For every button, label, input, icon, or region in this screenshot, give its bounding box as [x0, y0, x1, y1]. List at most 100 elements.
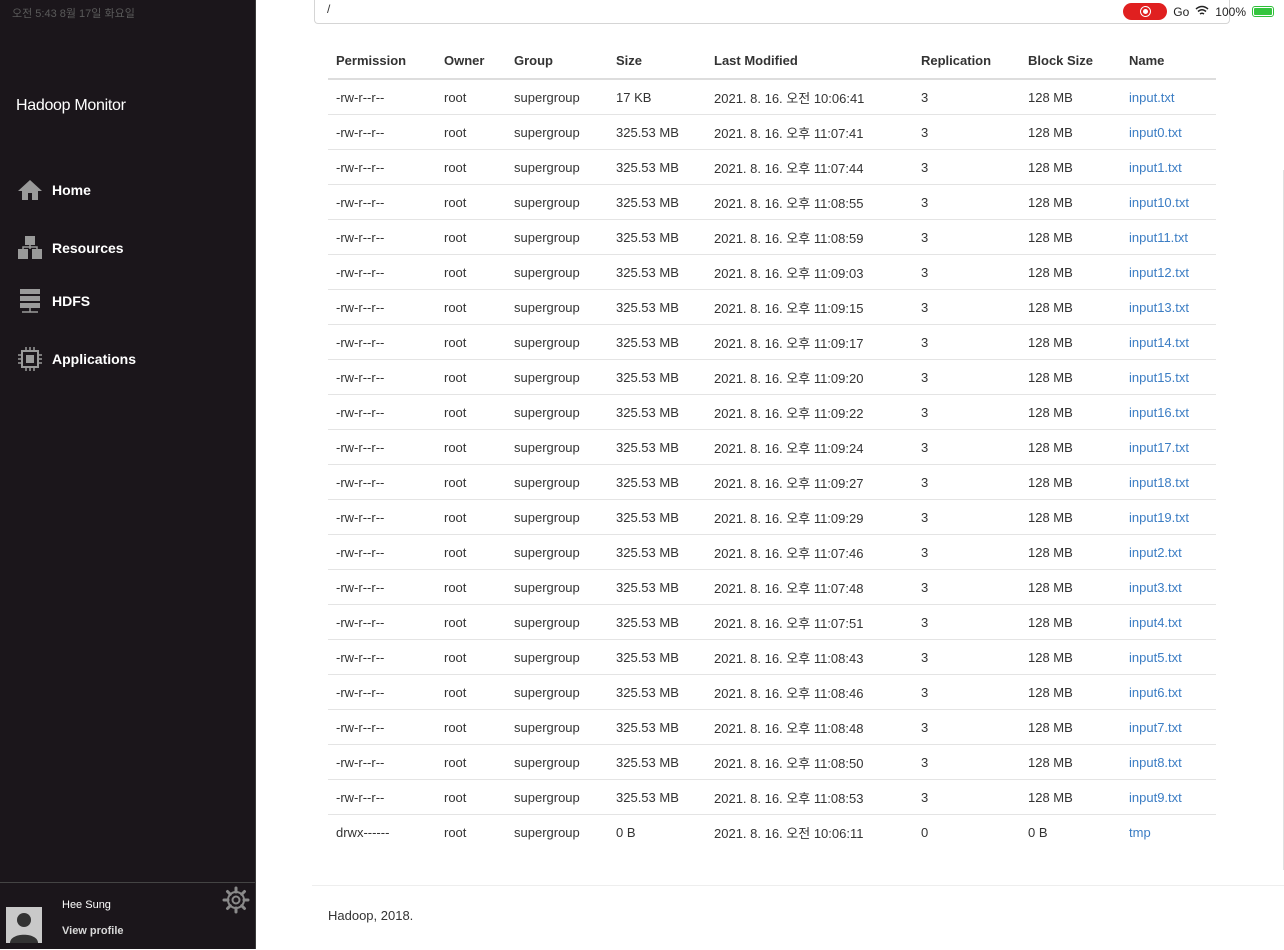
permission-cell: -rw-r--r-- [328, 534, 436, 570]
file-name-link[interactable]: tmp [1129, 825, 1151, 840]
name-cell: input16.txt [1121, 394, 1216, 430]
owner-cell: root [436, 254, 506, 290]
permission-cell: -rw-r--r-- [328, 114, 436, 150]
modified-cell: 2021. 8. 16. 오후 11:08:50 [706, 744, 913, 780]
file-name-link[interactable]: input18.txt [1129, 475, 1189, 490]
size-cell: 325.53 MB [608, 184, 706, 220]
table-row: -rw-r--r-- root supergroup 325.53 MB 2021. 8… [328, 184, 1216, 220]
owner-cell: root [436, 674, 506, 710]
size-cell: 325.53 MB [608, 569, 706, 605]
modified-cell: 2021. 8. 16. 오후 11:09:29 [706, 499, 913, 535]
sidebar-item-home[interactable]: Home [17, 176, 237, 204]
file-name-link[interactable]: input1.txt [1129, 160, 1182, 175]
table-row: -rw-r--r-- root supergroup 325.53 MB 2021. 8… [328, 149, 1216, 185]
block-size-cell: 128 MB [1020, 779, 1121, 815]
owner-cell: root [436, 79, 506, 115]
gear-icon[interactable] [222, 886, 250, 914]
permission-cell: -rw-r--r-- [328, 359, 436, 395]
block-size-cell: 128 MB [1020, 219, 1121, 255]
table-row: -rw-r--r-- root supergroup 325.53 MB 2021. 8… [328, 674, 1216, 710]
record-icon [1139, 6, 1151, 17]
file-name-link[interactable]: input13.txt [1129, 300, 1189, 315]
replication-cell: 3 [913, 709, 1020, 745]
column-header[interactable]: Block Size [1020, 42, 1121, 80]
size-cell: 325.53 MB [608, 499, 706, 535]
file-name-link[interactable]: input5.txt [1129, 650, 1182, 665]
block-size-cell: 128 MB [1020, 149, 1121, 185]
owner-cell: root [436, 604, 506, 640]
file-name-link[interactable]: input0.txt [1129, 125, 1182, 140]
owner-cell: root [436, 464, 506, 500]
column-header[interactable]: Group [506, 42, 608, 80]
name-cell: input.txt [1121, 79, 1216, 115]
file-name-link[interactable]: input3.txt [1129, 580, 1182, 595]
file-name-link[interactable]: input16.txt [1129, 405, 1189, 420]
table-row: drwx------ root supergroup 0 B 2021. 8. 16. … [328, 815, 1216, 850]
file-name-link[interactable]: input11.txt [1129, 230, 1188, 245]
name-cell: input15.txt [1121, 359, 1216, 395]
group-cell: supergroup [506, 184, 608, 220]
permission-cell: -rw-r--r-- [328, 709, 436, 745]
file-name-link[interactable]: input9.txt [1129, 790, 1182, 805]
file-name-link[interactable]: input19.txt [1129, 510, 1189, 525]
permission-cell: -rw-r--r-- [328, 464, 436, 500]
group-cell: supergroup [506, 324, 608, 360]
modified-cell: 2021. 8. 16. 오후 11:07:44 [706, 149, 913, 185]
view-profile-link[interactable]: View profile [62, 925, 124, 937]
file-name-link[interactable]: input17.txt [1129, 440, 1189, 455]
file-name-link[interactable]: input12.txt [1129, 265, 1189, 280]
replication-cell: 3 [913, 429, 1020, 465]
column-header[interactable]: Name [1121, 42, 1216, 80]
name-cell: input3.txt [1121, 569, 1216, 605]
sidebar-item-hdfs[interactable]: HDFS [17, 287, 237, 315]
battery-percent: 100% [1215, 4, 1246, 19]
owner-cell: root [436, 149, 506, 185]
file-name-link[interactable]: input8.txt [1129, 755, 1182, 770]
name-cell: input6.txt [1121, 674, 1216, 710]
block-size-cell: 128 MB [1020, 359, 1121, 395]
permission-cell: -rw-r--r-- [328, 149, 436, 185]
sidebar-item-resources[interactable]: Resources [17, 234, 237, 262]
name-cell: input12.txt [1121, 254, 1216, 290]
permission-cell: -rw-r--r-- [328, 184, 436, 220]
modified-cell: 2021. 8. 16. 오후 11:08:59 [706, 219, 913, 255]
sidebar-item-applications[interactable]: Applications [17, 345, 237, 373]
permission-cell: -rw-r--r-- [328, 569, 436, 605]
column-header[interactable]: Owner [436, 42, 506, 80]
column-header[interactable]: Last Modified [706, 42, 913, 80]
wifi-icon [1195, 5, 1209, 19]
size-cell: 325.53 MB [608, 534, 706, 570]
file-name-link[interactable]: input10.txt [1129, 195, 1189, 210]
replication-cell: 3 [913, 639, 1020, 675]
file-name-link[interactable]: input.txt [1129, 90, 1175, 105]
sidebar-item-label: Applications [52, 351, 137, 367]
sidebar-item-label: Home [52, 182, 91, 198]
block-size-cell: 128 MB [1020, 464, 1121, 500]
screen-record-indicator[interactable] [1123, 3, 1168, 20]
size-cell: 325.53 MB [608, 149, 706, 185]
file-name-link[interactable]: input6.txt [1129, 685, 1182, 700]
group-cell: supergroup [506, 219, 608, 255]
file-name-link[interactable]: input14.txt [1129, 335, 1189, 350]
column-header[interactable]: Size [608, 42, 706, 80]
column-header[interactable]: Replication [913, 42, 1020, 80]
name-cell: input4.txt [1121, 604, 1216, 640]
group-cell: supergroup [506, 744, 608, 780]
modified-cell: 2021. 8. 16. 오후 11:07:51 [706, 604, 913, 640]
block-size-cell: 128 MB [1020, 114, 1121, 150]
group-cell: supergroup [514, 824, 580, 840]
owner-cell: root [436, 289, 506, 325]
path-input[interactable]: / [314, 0, 1230, 24]
avatar[interactable] [6, 907, 42, 943]
battery-icon [1252, 6, 1274, 17]
permission-cell: -rw-r--r-- [328, 429, 436, 465]
file-name-link[interactable]: input2.txt [1129, 545, 1182, 560]
column-header[interactable]: Permission [328, 42, 436, 80]
file-name-link[interactable]: input7.txt [1129, 720, 1182, 735]
file-name-link[interactable]: input4.txt [1129, 615, 1182, 630]
name-cell: input14.txt [1121, 324, 1216, 360]
group-cell: supergroup [506, 779, 608, 815]
permission-cell: -rw-r--r-- [328, 639, 436, 675]
owner-cell: root [436, 429, 506, 465]
file-name-link[interactable]: input15.txt [1129, 370, 1189, 385]
